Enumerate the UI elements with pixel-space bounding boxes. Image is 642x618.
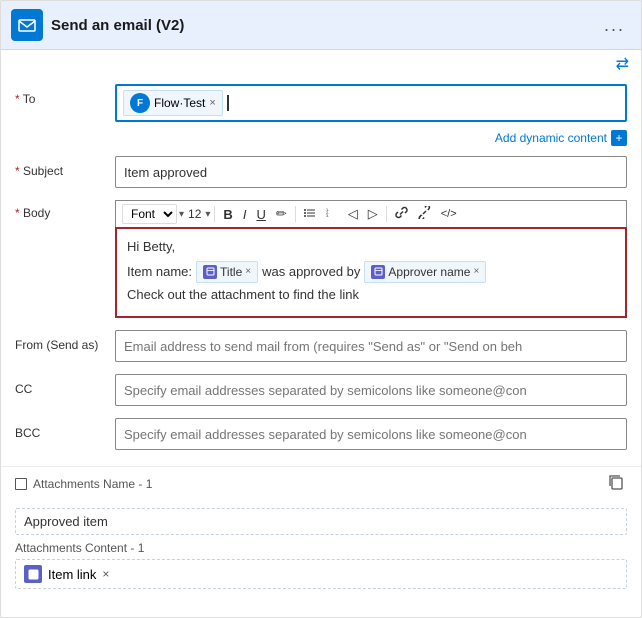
bcc-input[interactable] bbox=[115, 418, 627, 450]
approver-token-label: Approver name bbox=[388, 263, 470, 281]
tag-name: Flow·Test bbox=[154, 96, 205, 110]
font-select[interactable]: Font bbox=[122, 204, 177, 224]
numbered-list-button[interactable]: 1. 2. 3. bbox=[322, 205, 342, 224]
attachments-content-row: Item link × bbox=[15, 559, 627, 589]
toolbar-sep-1 bbox=[214, 206, 215, 222]
dynamic-content-row: Add dynamic content + bbox=[1, 128, 641, 150]
toolbar-sep-2 bbox=[295, 206, 296, 222]
title-token-label: Title bbox=[220, 263, 242, 281]
subject-input[interactable] bbox=[115, 156, 627, 188]
indent-right-button[interactable]: ▷ bbox=[364, 204, 382, 224]
subject-row: * Subject bbox=[1, 150, 641, 194]
body-editor-wrapper: Font ▾ 12 ▾ B I U ✏ bbox=[115, 200, 627, 318]
card-header: Send an email (V2) ... bbox=[1, 1, 641, 50]
swap-icon[interactable]: ⇄ bbox=[616, 54, 629, 74]
body-editor[interactable]: Hi Betty, Item name: Title × was approve… bbox=[115, 227, 627, 318]
cc-label: CC bbox=[15, 374, 115, 396]
avatar: F bbox=[130, 93, 150, 113]
indent-left-button[interactable]: ◁ bbox=[344, 204, 362, 224]
item-link-token-icon bbox=[24, 565, 42, 583]
font-size-label: 12 bbox=[188, 207, 201, 221]
to-tag: F Flow·Test × bbox=[123, 90, 223, 116]
cc-input[interactable] bbox=[115, 374, 627, 406]
add-dynamic-label: Add dynamic content bbox=[495, 131, 607, 145]
unlink-button[interactable] bbox=[414, 204, 435, 224]
from-row: From (Send as) bbox=[1, 324, 641, 368]
bullet-list-button[interactable] bbox=[300, 205, 320, 224]
title-token: Title × bbox=[196, 261, 258, 283]
svg-text:3.: 3. bbox=[326, 213, 329, 218]
body-toolbar: Font ▾ 12 ▾ B I U ✏ bbox=[115, 200, 627, 227]
attachments-name-label: Attachments Name - 1 bbox=[33, 477, 152, 491]
body-line-1: Hi Betty, bbox=[127, 237, 615, 257]
dropdown-size-icon: ▾ bbox=[205, 209, 210, 220]
cursor bbox=[227, 95, 229, 111]
body-approved-by: was approved by bbox=[262, 262, 360, 282]
bcc-label: BCC bbox=[15, 418, 115, 440]
attachments-content-label: Attachments Content - 1 bbox=[15, 541, 627, 555]
body-row: * Body Font ▾ 12 ▾ B I U ✏ bbox=[1, 194, 641, 324]
attachments-section: Approved item Attachments Content - 1 It… bbox=[1, 500, 641, 597]
body-item-name-prefix: Item name: bbox=[127, 262, 192, 282]
form-body: * To F Flow·Test × Add dynamic content +… bbox=[1, 74, 641, 466]
link-button[interactable] bbox=[391, 204, 412, 224]
subject-label: * Subject bbox=[15, 156, 115, 178]
from-label: From (Send as) bbox=[15, 330, 115, 352]
bcc-row: BCC bbox=[1, 412, 641, 456]
attachments-expand-icon bbox=[15, 478, 27, 490]
item-link-label: Item link bbox=[48, 567, 96, 582]
dropdown-font-icon: ▾ bbox=[179, 209, 184, 220]
body-line-2: Item name: Title × was approved by bbox=[127, 261, 615, 283]
to-field[interactable]: F Flow·Test × bbox=[115, 84, 627, 122]
tag-close-icon[interactable]: × bbox=[209, 97, 215, 109]
copy-attachments-button[interactable] bbox=[605, 471, 627, 496]
pencil-button[interactable]: ✏ bbox=[272, 204, 291, 224]
add-dynamic-button[interactable]: Add dynamic content + bbox=[495, 130, 627, 146]
page-title: Send an email (V2) bbox=[51, 17, 598, 34]
code-button[interactable]: </> bbox=[437, 206, 461, 222]
italic-button[interactable]: I bbox=[239, 205, 251, 224]
underline-button[interactable]: U bbox=[252, 205, 269, 224]
add-dynamic-icon: + bbox=[611, 130, 627, 146]
approver-token-icon bbox=[371, 265, 385, 279]
from-input[interactable] bbox=[115, 330, 627, 362]
bold-button[interactable]: B bbox=[219, 205, 236, 224]
approver-token-close[interactable]: × bbox=[473, 264, 479, 279]
item-link-close[interactable]: × bbox=[102, 567, 109, 581]
attachments-name-value: Approved item bbox=[15, 508, 627, 535]
to-row: * To F Flow·Test × bbox=[1, 78, 641, 128]
to-label: * To bbox=[15, 84, 115, 106]
more-options-button[interactable]: ... bbox=[598, 13, 631, 38]
body-label: * Body bbox=[15, 200, 115, 220]
app-icon bbox=[11, 9, 43, 41]
body-line-3: Check out the attachment to find the lin… bbox=[127, 285, 615, 305]
toolbar-sep-3 bbox=[386, 206, 387, 222]
title-token-close[interactable]: × bbox=[245, 264, 251, 279]
cc-row: CC bbox=[1, 368, 641, 412]
approver-token: Approver name × bbox=[364, 261, 486, 283]
title-token-icon bbox=[203, 265, 217, 279]
attachments-header-row: Attachments Name - 1 bbox=[1, 466, 641, 500]
